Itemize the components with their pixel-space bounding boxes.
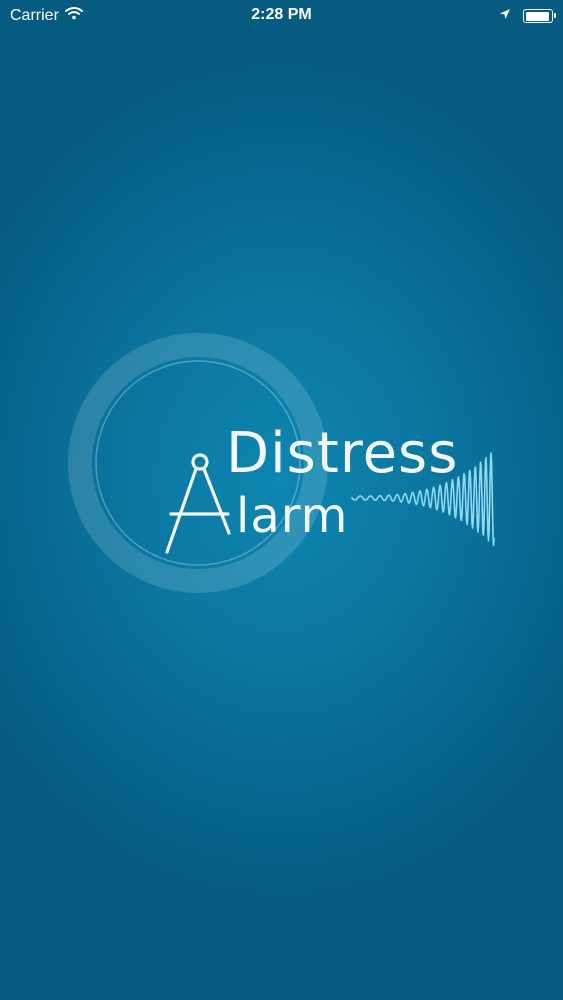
compass-a-icon [165, 453, 231, 554]
logo-word-larm: larm [236, 488, 348, 544]
logo-word-distress: Distress [226, 421, 458, 486]
app-logo: Distress larm [68, 333, 495, 593]
